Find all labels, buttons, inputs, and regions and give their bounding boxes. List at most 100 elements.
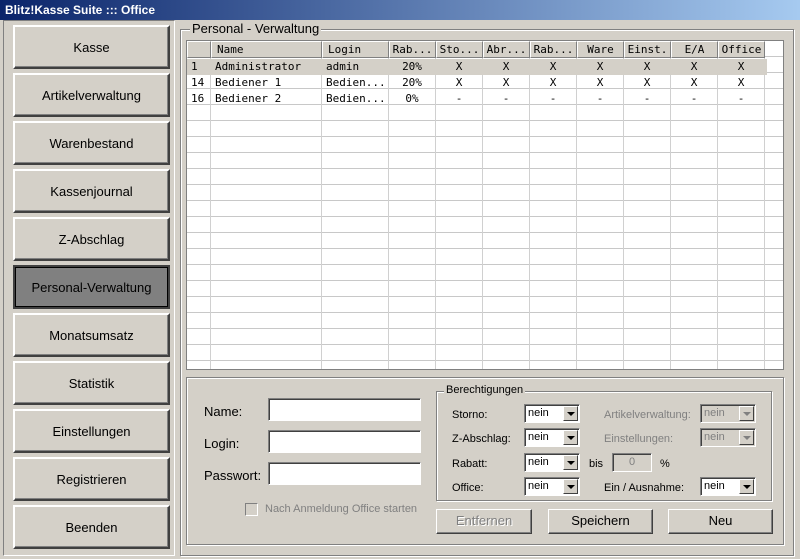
einaus-select[interactable]: nein bbox=[700, 477, 756, 496]
table-cell: - bbox=[549, 92, 557, 105]
personal-table[interactable]: Name Login Rab... Sto... Abr... Rab... W… bbox=[186, 40, 784, 370]
table-header-id[interactable] bbox=[187, 41, 211, 58]
new-button[interactable]: Neu bbox=[668, 509, 773, 534]
table-cell: X bbox=[643, 76, 651, 89]
table-header-ware[interactable]: Ware bbox=[577, 41, 624, 58]
rabatt-select[interactable]: nein bbox=[524, 453, 580, 472]
password-label: Passwort: bbox=[204, 468, 262, 483]
chevron-down-icon[interactable] bbox=[563, 430, 578, 445]
table-header-rabatt[interactable]: Rab... bbox=[530, 41, 577, 58]
chevron-down-icon[interactable] bbox=[739, 479, 754, 494]
table-cell: admin bbox=[326, 60, 360, 73]
einaus-label: Ein / Ausnahme: bbox=[604, 482, 685, 494]
table-cell: 16 bbox=[191, 92, 205, 105]
einstellungen-select: nein bbox=[700, 428, 756, 447]
nav-z-abschlag-button[interactable]: Z-Abschlag bbox=[13, 217, 170, 261]
permissions-title: Berechtigungen bbox=[444, 384, 526, 396]
table-cell: 0% bbox=[405, 92, 419, 105]
einstellungen-label: Einstellungen: bbox=[604, 433, 674, 445]
chevron-down-icon bbox=[739, 430, 754, 445]
password-input[interactable] bbox=[268, 462, 421, 485]
table-cell: X bbox=[502, 60, 510, 73]
table-cell: Bediener 1 bbox=[215, 76, 282, 89]
table-header-login[interactable]: Login bbox=[322, 41, 389, 58]
table-row[interactable]: 1 Administrator admin 20% X X X X X X X bbox=[187, 59, 767, 75]
artikel-value: nein bbox=[704, 407, 725, 419]
login-label: Login: bbox=[204, 436, 240, 451]
table-cell: X bbox=[737, 60, 745, 73]
nav-einstellungen-button[interactable]: Einstellungen bbox=[13, 409, 170, 453]
table-cell: X bbox=[549, 60, 557, 73]
office-select[interactable]: nein bbox=[524, 477, 580, 496]
table-header-einstellungen[interactable]: Einst. bbox=[624, 41, 671, 58]
login-input[interactable] bbox=[268, 430, 421, 453]
sidebar: Kasse Artikelverwaltung Warenbestand Kas… bbox=[3, 20, 175, 556]
table-cell: - bbox=[643, 92, 651, 105]
einaus-value: nein bbox=[704, 480, 725, 492]
nav-warenbestand-button[interactable]: Warenbestand bbox=[13, 121, 170, 165]
zabschlag-select[interactable]: nein bbox=[524, 428, 580, 447]
table-header-storno[interactable]: Sto... bbox=[436, 41, 483, 58]
table-row[interactable]: 14 Bediener 1 Bedien... 20% X X X X X X … bbox=[187, 75, 767, 91]
table-cell: 1 bbox=[191, 60, 198, 73]
table-cell: - bbox=[455, 92, 463, 105]
table-header-office[interactable]: Office bbox=[718, 41, 765, 58]
autostart-label: Nach Anmeldung Office starten bbox=[265, 503, 418, 515]
nav-registrieren-button[interactable]: Registrieren bbox=[13, 457, 170, 501]
bis-label: bis bbox=[589, 458, 604, 470]
table-cell: X bbox=[596, 76, 604, 89]
name-label: Name: bbox=[204, 404, 243, 419]
chevron-down-icon[interactable] bbox=[563, 455, 578, 470]
zabschlag-value: nein bbox=[528, 431, 549, 443]
chevron-down-icon[interactable] bbox=[563, 479, 578, 494]
table-cell: - bbox=[690, 92, 698, 105]
save-button[interactable]: Speichern bbox=[548, 509, 653, 534]
chevron-down-icon[interactable] bbox=[563, 406, 578, 421]
table-header-rabatt-max[interactable]: Rab... bbox=[389, 41, 436, 58]
nav-artikelverwaltung-button[interactable]: Artikelverwaltung bbox=[13, 73, 170, 117]
table-cell: - bbox=[596, 92, 604, 105]
rabatt-max-value: 0 bbox=[628, 456, 636, 468]
table-cell: X bbox=[690, 60, 698, 73]
table-header-name[interactable]: Name bbox=[211, 41, 322, 58]
table-cell: X bbox=[455, 60, 463, 73]
nav-statistik-button[interactable]: Statistik bbox=[13, 361, 170, 405]
nav-beenden-button[interactable]: Beenden bbox=[13, 505, 170, 549]
table-cell: Bedien... bbox=[326, 92, 386, 105]
storno-select[interactable]: nein bbox=[524, 404, 580, 423]
table-header-abschlag[interactable]: Abr... bbox=[483, 41, 530, 58]
table-cell: X bbox=[455, 76, 463, 89]
rabatt-max-input: 0 bbox=[612, 453, 652, 472]
remove-button[interactable]: Entfernen bbox=[436, 509, 532, 534]
autostart-checkbox[interactable] bbox=[245, 503, 258, 516]
table-cell: Bedien... bbox=[326, 76, 386, 89]
table-cell: - bbox=[502, 92, 510, 105]
table-cell: 20% bbox=[402, 60, 422, 73]
name-input[interactable] bbox=[268, 398, 421, 421]
nav-personal-verwaltung-button[interactable]: Personal-Verwaltung bbox=[13, 265, 170, 309]
table-cell: Bediener 2 bbox=[215, 92, 282, 105]
table-cell: Administrator bbox=[215, 60, 302, 73]
artikel-label: Artikelverwaltung: bbox=[604, 409, 691, 421]
table-cell: X bbox=[737, 76, 745, 89]
personal-group-title: Personal - Verwaltung bbox=[190, 21, 322, 36]
table-cell: 20% bbox=[402, 76, 422, 89]
nav-monatsumsatz-button[interactable]: Monatsumsatz bbox=[13, 313, 170, 357]
percent-label: % bbox=[660, 458, 670, 470]
table-cell: X bbox=[690, 76, 698, 89]
table-cell: 14 bbox=[191, 76, 205, 89]
nav-kassenjournal-button[interactable]: Kassenjournal bbox=[13, 169, 170, 213]
office-value: nein bbox=[528, 480, 549, 492]
storno-value: nein bbox=[528, 407, 549, 419]
chevron-down-icon bbox=[739, 406, 754, 421]
window-title: Blitz!Kasse Suite ::: Office bbox=[0, 0, 800, 20]
office-label: Office: bbox=[452, 482, 484, 494]
einstellungen-value: nein bbox=[704, 431, 725, 443]
nav-kasse-button[interactable]: Kasse bbox=[13, 25, 170, 69]
table-cell: - bbox=[737, 92, 745, 105]
table-cell: X bbox=[502, 76, 510, 89]
storno-label: Storno: bbox=[452, 409, 488, 421]
table-row[interactable]: 16 Bediener 2 Bedien... 0% - - - - - - - bbox=[187, 91, 767, 107]
table-cell: X bbox=[596, 60, 604, 73]
table-header-ea[interactable]: E/A bbox=[671, 41, 718, 58]
